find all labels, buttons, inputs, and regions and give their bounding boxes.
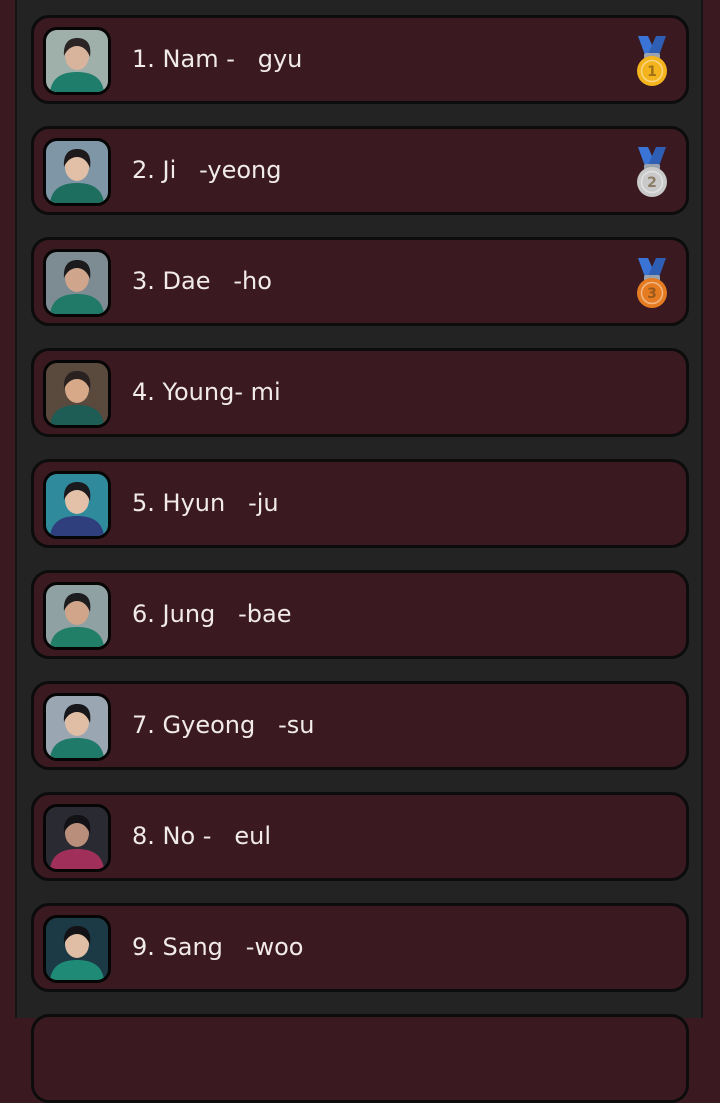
player-row[interactable]: 6. Jung -bae: [31, 570, 689, 659]
player-name: 2. Ji -yeong: [132, 156, 282, 184]
svg-text:3: 3: [647, 286, 657, 302]
player-avatar: [43, 693, 111, 761]
player-name: 8. No - eul: [132, 822, 271, 850]
player-avatar: [43, 27, 111, 95]
player-name: 4. Young- mi: [132, 378, 281, 406]
player-row[interactable]: 8. No - eul: [31, 792, 689, 881]
player-avatar: [43, 471, 111, 539]
silver-medal-icon: 2: [634, 147, 670, 199]
player-name: 5. Hyun -ju: [132, 489, 279, 517]
bronze-medal-icon: 3: [634, 258, 670, 310]
player-avatar: [43, 249, 111, 317]
svg-text:2: 2: [647, 175, 657, 191]
player-name: 1. Nam - gyu: [132, 45, 303, 73]
player-name: 6. Jung -bae: [132, 600, 292, 628]
player-row[interactable]: [31, 1014, 689, 1103]
player-name: 9. Sang -woo: [132, 933, 304, 961]
player-name: 7. Gyeong -su: [132, 711, 315, 739]
player-avatar: [43, 582, 111, 650]
player-avatar: [43, 138, 111, 206]
player-row[interactable]: 7. Gyeong -su: [31, 681, 689, 770]
player-row[interactable]: 3. Dae -ho 3: [31, 237, 689, 326]
player-row[interactable]: 5. Hyun -ju: [31, 459, 689, 548]
svg-text:1: 1: [647, 64, 657, 80]
player-avatar: [43, 804, 111, 872]
player-row[interactable]: 9. Sang -woo: [31, 903, 689, 992]
player-row[interactable]: 2. Ji -yeong 2: [31, 126, 689, 215]
gold-medal-icon: 1: [634, 36, 670, 88]
player-row[interactable]: 4. Young- mi: [31, 348, 689, 437]
player-avatar: [43, 360, 111, 428]
player-avatar: [43, 915, 111, 983]
player-row[interactable]: 1. Nam - gyu 1: [31, 15, 689, 104]
player-name: 3. Dae -ho: [132, 267, 272, 295]
